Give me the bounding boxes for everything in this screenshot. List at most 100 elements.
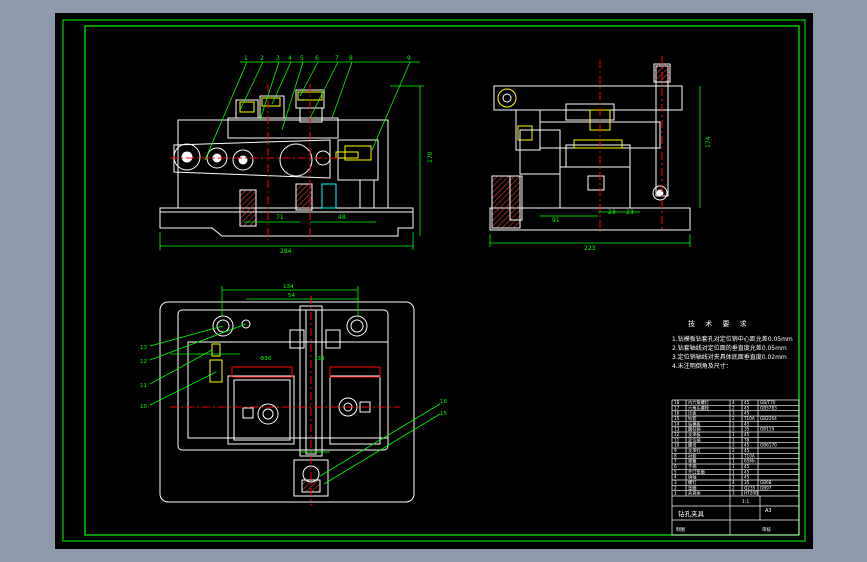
front-balloon: 6 [315, 55, 319, 62]
parts-cell: 1 [732, 453, 735, 458]
requirement-line: 2.钻套轴线对定位面的垂直度允差0.05mm [672, 345, 787, 352]
parts-cell: 65Mn [744, 459, 756, 464]
top-balloon: 15 [440, 411, 447, 417]
parts-cell: 45 [744, 443, 750, 448]
sheet-size: A3 [765, 508, 772, 514]
parts-cell: 45 [744, 475, 750, 480]
top-dim-center: Φ36 [260, 356, 272, 362]
parts-cell: 18 [674, 400, 680, 405]
front-dim-height: 170 [427, 151, 434, 163]
front-balloon: 9 [407, 55, 411, 62]
parts-cell: Q235 [744, 485, 756, 490]
parts-cell: 1 [732, 491, 735, 496]
parts-cell: 7 [674, 459, 677, 464]
parts-cell: 1 [732, 475, 735, 480]
top-dim-vertical: 134 [314, 356, 325, 362]
parts-cell: 9 [674, 448, 677, 453]
parts-cell: 2 [732, 427, 735, 432]
parts-cell: GB2264 [760, 416, 777, 421]
side-dim-c: 23 [626, 209, 634, 216]
parts-cell: 45 [744, 400, 750, 405]
requirements-title: 技 术 要 求 [688, 320, 751, 328]
parts-cell: 2 [732, 485, 735, 490]
parts-cell: 14 [674, 421, 680, 426]
parts-cell: 12 [674, 432, 680, 437]
parts-cell: GB119 [760, 427, 774, 432]
parts-cell: 45 [744, 448, 750, 453]
parts-cell: 45 [744, 421, 750, 426]
parts-cell: 2 [732, 443, 735, 448]
front-balloon: 4 [288, 55, 292, 62]
parts-cell: 2 [732, 416, 735, 421]
front-dim-a: 71 [276, 214, 284, 221]
parts-cell: 45 [744, 469, 750, 474]
top-balloon: 11 [140, 383, 147, 389]
side-dim-height: 174 [705, 136, 712, 148]
parts-cell: 2 [732, 448, 735, 453]
parts-cell: 45 [744, 411, 750, 416]
parts-cell: 6 [674, 464, 677, 469]
front-dim-width: 284 [280, 248, 292, 255]
parts-cell: 10 [674, 443, 680, 448]
parts-cell: 1 [732, 421, 735, 426]
top-balloon: 12 [140, 359, 147, 365]
parts-cell: GB5783 [760, 405, 777, 410]
parts-cell: T10A [743, 416, 755, 421]
top-balloon: 16 [440, 399, 447, 405]
parts-cell: 45 [744, 405, 750, 410]
parts-cell: 1 [732, 464, 735, 469]
parts-cell: 1 [732, 469, 735, 474]
top-dim-inner: 54 [288, 293, 295, 299]
top-balloon: 13 [140, 345, 147, 351]
drawn-by-label: 制图 [676, 526, 685, 533]
parts-cell: 17 [674, 405, 680, 410]
parts-cell: GB/T70 [760, 400, 776, 405]
parts-cell: 11 [674, 437, 680, 442]
front-balloon: 3 [276, 55, 280, 62]
parts-cell: 5 [674, 469, 677, 474]
parts-cell: 16 [674, 411, 680, 416]
front-balloon: 1 [244, 55, 248, 62]
top-dim-outer: 134 [283, 284, 294, 290]
parts-cell: 1 [674, 491, 677, 496]
side-dim-b: 23 [608, 209, 616, 216]
parts-cell: 8 [674, 453, 677, 458]
checked-by-label: 审核 [762, 526, 771, 533]
requirement-line: 4.未注明倒角及尺寸： [672, 363, 732, 370]
parts-cell: 1 [732, 437, 735, 442]
front-balloon: 2 [260, 55, 264, 62]
side-dim-a: 91 [552, 217, 560, 224]
parts-cell: 1 [732, 411, 735, 416]
parts-cell: 13 [674, 427, 680, 432]
parts-cell: 1 [732, 432, 735, 437]
cad-viewport[interactable]: 1 2 3 4 5 6 7 8 9 284 170 71 48 223 174 … [0, 0, 867, 562]
requirement-line: 1.钻模板钻套孔对定位销中心距允差0.05mm [672, 336, 793, 343]
parts-cell: GB6170 [760, 443, 777, 448]
parts-cell: HT200 [744, 491, 758, 496]
parts-cell: 2 [674, 485, 677, 490]
parts-cell: T10A [743, 453, 755, 458]
front-balloon: 7 [335, 55, 339, 62]
parts-cell: 15 [674, 416, 680, 421]
drawing-scale: 1:1 [742, 499, 749, 505]
parts-cell: GB68 [760, 480, 772, 485]
parts-cell: 4 [732, 480, 735, 485]
parts-cell: 夹具体 [688, 490, 701, 497]
top-balloon: 10 [140, 404, 147, 410]
parts-cell: 4 [674, 475, 677, 480]
drawing-title: 钻孔夹具 [678, 509, 705, 518]
front-balloon: 8 [349, 55, 353, 62]
parts-cell: 2 [732, 405, 735, 410]
parts-cell: T8 [743, 437, 750, 442]
front-balloon: 5 [300, 55, 304, 62]
side-dim-width: 223 [584, 245, 596, 252]
front-dim-b: 48 [338, 214, 346, 221]
parts-cell: 45 [744, 464, 750, 469]
parts-cell: 4 [732, 400, 735, 405]
parts-cell: 1 [732, 459, 735, 464]
parts-cell: 3 [674, 480, 677, 485]
parts-cell: GB97 [760, 485, 772, 490]
parts-cell: 35 [744, 427, 750, 432]
parts-cell: 45 [744, 432, 750, 437]
requirement-line: 3.定位销轴线对夹具体底面垂直度0.02mm [672, 354, 787, 361]
